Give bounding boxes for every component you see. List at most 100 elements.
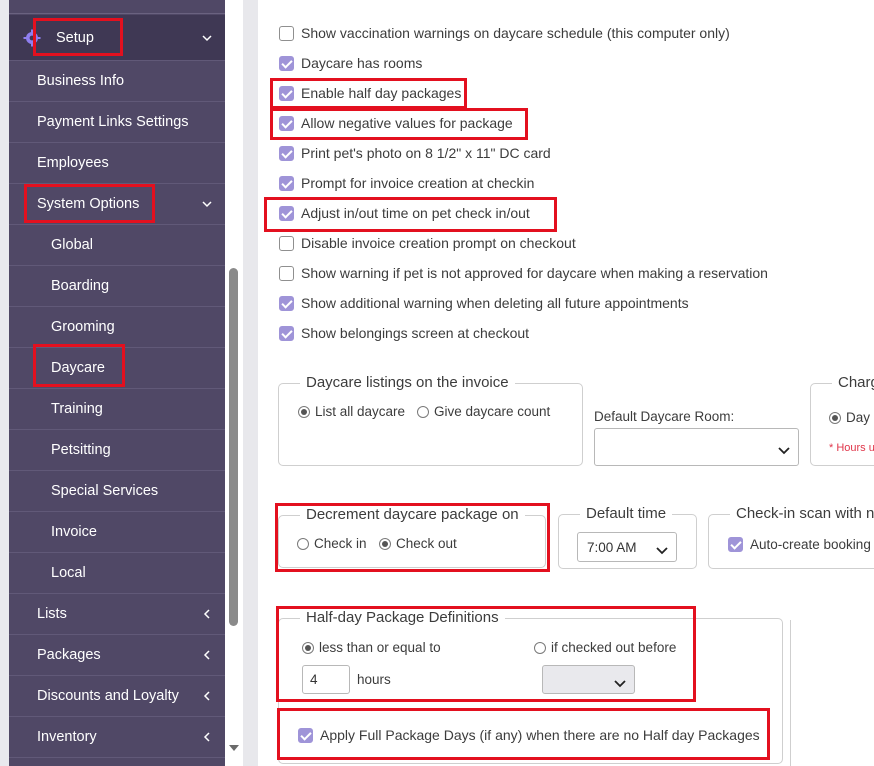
checked-out-before-select[interactable] — [542, 665, 635, 694]
radio-button[interactable] — [417, 405, 429, 418]
sidebar-item-packages[interactable]: Packages — [9, 635, 225, 676]
scrollbar-thumb[interactable] — [229, 268, 238, 626]
option-show-belongings-screen[interactable]: Show belongings screen at checkout — [279, 323, 529, 343]
sidebar-item-label: Boarding — [51, 278, 110, 294]
option-show-vaccination-warnings[interactable]: Show vaccination warnings on daycare sch… — [279, 23, 730, 43]
sidebar-item-local[interactable]: Local — [9, 553, 225, 594]
sidebar-item-lists[interactable]: Lists — [9, 594, 225, 635]
chevron-down-icon — [614, 676, 626, 687]
fieldset-legend: Half-day Package Definitions — [300, 609, 505, 626]
option-disable-invoice-prompt-checkout[interactable]: Disable invoice creation prompt on check… — [279, 233, 576, 253]
checkbox[interactable] — [279, 85, 294, 101]
select-value: 7:00 AM — [587, 539, 637, 555]
option-label: Adjust in/out time on pet check in/out — [301, 205, 530, 221]
sidebar-item-setup[interactable]: Setup — [9, 15, 225, 61]
sidebar-item-label: Petsitting — [51, 442, 111, 458]
radio-button[interactable] — [302, 641, 314, 654]
sidebar-item-system-options[interactable]: System Options — [9, 184, 225, 225]
option-apply-full-package-days[interactable]: Apply Full Package Days (if any) when th… — [298, 725, 760, 745]
option-label: Daycare has rooms — [301, 55, 423, 71]
checkbox[interactable] — [279, 325, 294, 341]
option-warn-pet-not-approved[interactable]: Show warning if pet is not approved for … — [279, 263, 768, 283]
option-adjust-in-out-time[interactable]: Adjust in/out time on pet check in/out — [279, 203, 530, 223]
sidebar-item-discounts-and-loyalty[interactable]: Discounts and Loyalty — [9, 676, 225, 717]
sidebar-item-label: Local — [51, 565, 86, 581]
sidebar-item-payment-links-settings[interactable]: Payment Links Settings — [9, 102, 225, 143]
fieldset-legend: Decrement daycare package on — [300, 506, 525, 523]
checkbox[interactable] — [728, 536, 743, 552]
sidebar-item-daycare[interactable]: Daycare — [9, 348, 225, 389]
option-additional-warning-deleting[interactable]: Show additional warning when deleting al… — [279, 293, 689, 313]
sidebar-item-label: Payment Links Settings — [37, 114, 189, 130]
radio-checked-out-before[interactable]: if checked out before — [534, 640, 676, 655]
checkbox[interactable] — [279, 295, 294, 311]
sidebar-item-grooming[interactable]: Grooming — [9, 307, 225, 348]
fieldset-legend: Daycare listings on the invoice — [300, 374, 515, 391]
radio-button[interactable] — [297, 537, 309, 550]
sidebar-item-special-services[interactable]: Special Services — [9, 471, 225, 512]
scroll-down-arrow-icon[interactable] — [227, 740, 241, 751]
sidebar-item-global[interactable]: Global — [9, 225, 225, 266]
sidebar-item-petsitting[interactable]: Petsitting — [9, 430, 225, 471]
default-time-select[interactable]: 7:00 AM — [577, 532, 677, 562]
radio-button[interactable] — [298, 405, 310, 418]
radio-button[interactable] — [534, 641, 546, 654]
sidebar-item-employees[interactable]: Employees — [9, 143, 225, 184]
radio-charge-day[interactable]: Day — [829, 410, 870, 425]
radio-decrement-check-in[interactable]: Check in — [297, 536, 367, 551]
hours-input[interactable]: 4 — [302, 665, 350, 694]
sidebar-item-label: Employees — [37, 155, 109, 171]
gear-icon — [23, 29, 41, 47]
checkbox[interactable] — [279, 25, 294, 41]
chevron-down-icon — [201, 32, 213, 44]
sidebar-item-label: Grooming — [51, 319, 115, 335]
option-print-pet-photo[interactable]: Print pet's photo on 8 1/2" x 11" DC car… — [279, 143, 551, 163]
radio-button[interactable] — [829, 411, 841, 424]
sidebar-item-training[interactable]: Training — [9, 389, 225, 430]
sidebar-item-inventory[interactable]: Inventory — [9, 717, 225, 758]
sidebar-item-label: Global — [51, 237, 93, 253]
checkbox[interactable] — [279, 55, 294, 71]
fieldset-legend: Check-in scan with n — [730, 505, 874, 522]
default-daycare-room-select[interactable] — [594, 428, 799, 466]
checkbox[interactable] — [279, 175, 294, 191]
daycare-listings-fieldset: Daycare listings on the invoice List all… — [278, 374, 583, 466]
option-enable-half-day-packages[interactable]: Enable half day packages — [279, 83, 461, 103]
radio-button[interactable] — [379, 537, 391, 550]
sidebar-item-label: System Options — [37, 196, 140, 212]
sidebar-item-label: Training — [51, 401, 103, 417]
sidebar-item-label: Invoice — [51, 524, 97, 540]
radio-give-daycare-count[interactable]: Give daycare count — [417, 404, 550, 419]
radio-decrement-check-out[interactable]: Check out — [379, 536, 457, 551]
sidebar-top-divider — [9, 0, 225, 14]
option-allow-negative-values[interactable]: Allow negative values for package — [279, 113, 513, 133]
chevron-down-icon — [656, 543, 668, 555]
radio-list-all-daycare[interactable]: List all daycare — [298, 404, 405, 419]
option-daycare-has-rooms[interactable]: Daycare has rooms — [279, 53, 422, 73]
sidebar-item-boarding[interactable]: Boarding — [9, 266, 225, 307]
sidebar-item-invoice[interactable]: Invoice — [9, 512, 225, 553]
checkbox[interactable] — [279, 115, 294, 131]
half-day-definitions-fieldset: Half-day Package Definitions less than o… — [278, 609, 783, 764]
checkbox[interactable] — [279, 145, 294, 161]
chevron-left-icon — [201, 690, 213, 702]
option-prompt-invoice-at-checkin[interactable]: Prompt for invoice creation at checkin — [279, 173, 534, 193]
sidebar-item-label: Special Services — [51, 483, 159, 499]
sidebar-item-label: Packages — [37, 647, 101, 663]
radio-less-than-or-equal[interactable]: less than or equal to — [302, 640, 441, 655]
checkbox[interactable] — [279, 265, 294, 281]
default-daycare-room-label: Default Daycare Room: — [594, 409, 735, 424]
chevron-left-icon — [201, 608, 213, 620]
checkbox[interactable] — [279, 235, 294, 251]
option-auto-create-booking[interactable]: Auto-create booking — [728, 534, 871, 554]
option-label: Print pet's photo on 8 1/2" x 11" DC car… — [301, 145, 551, 161]
checkbox[interactable] — [279, 205, 294, 221]
fieldset-legend: Charg — [832, 374, 874, 391]
sidebar-scrollbar[interactable] — [225, 0, 243, 766]
sidebar-item-business-info[interactable]: Business Info — [9, 61, 225, 102]
app-window: Setup Business Info Payment Links Settin… — [0, 0, 874, 766]
sidebar-item-label: Setup — [56, 29, 94, 46]
default-time-fieldset: Default time 7:00 AM — [558, 505, 697, 569]
chevron-left-icon — [201, 649, 213, 661]
checkbox[interactable] — [298, 727, 313, 743]
